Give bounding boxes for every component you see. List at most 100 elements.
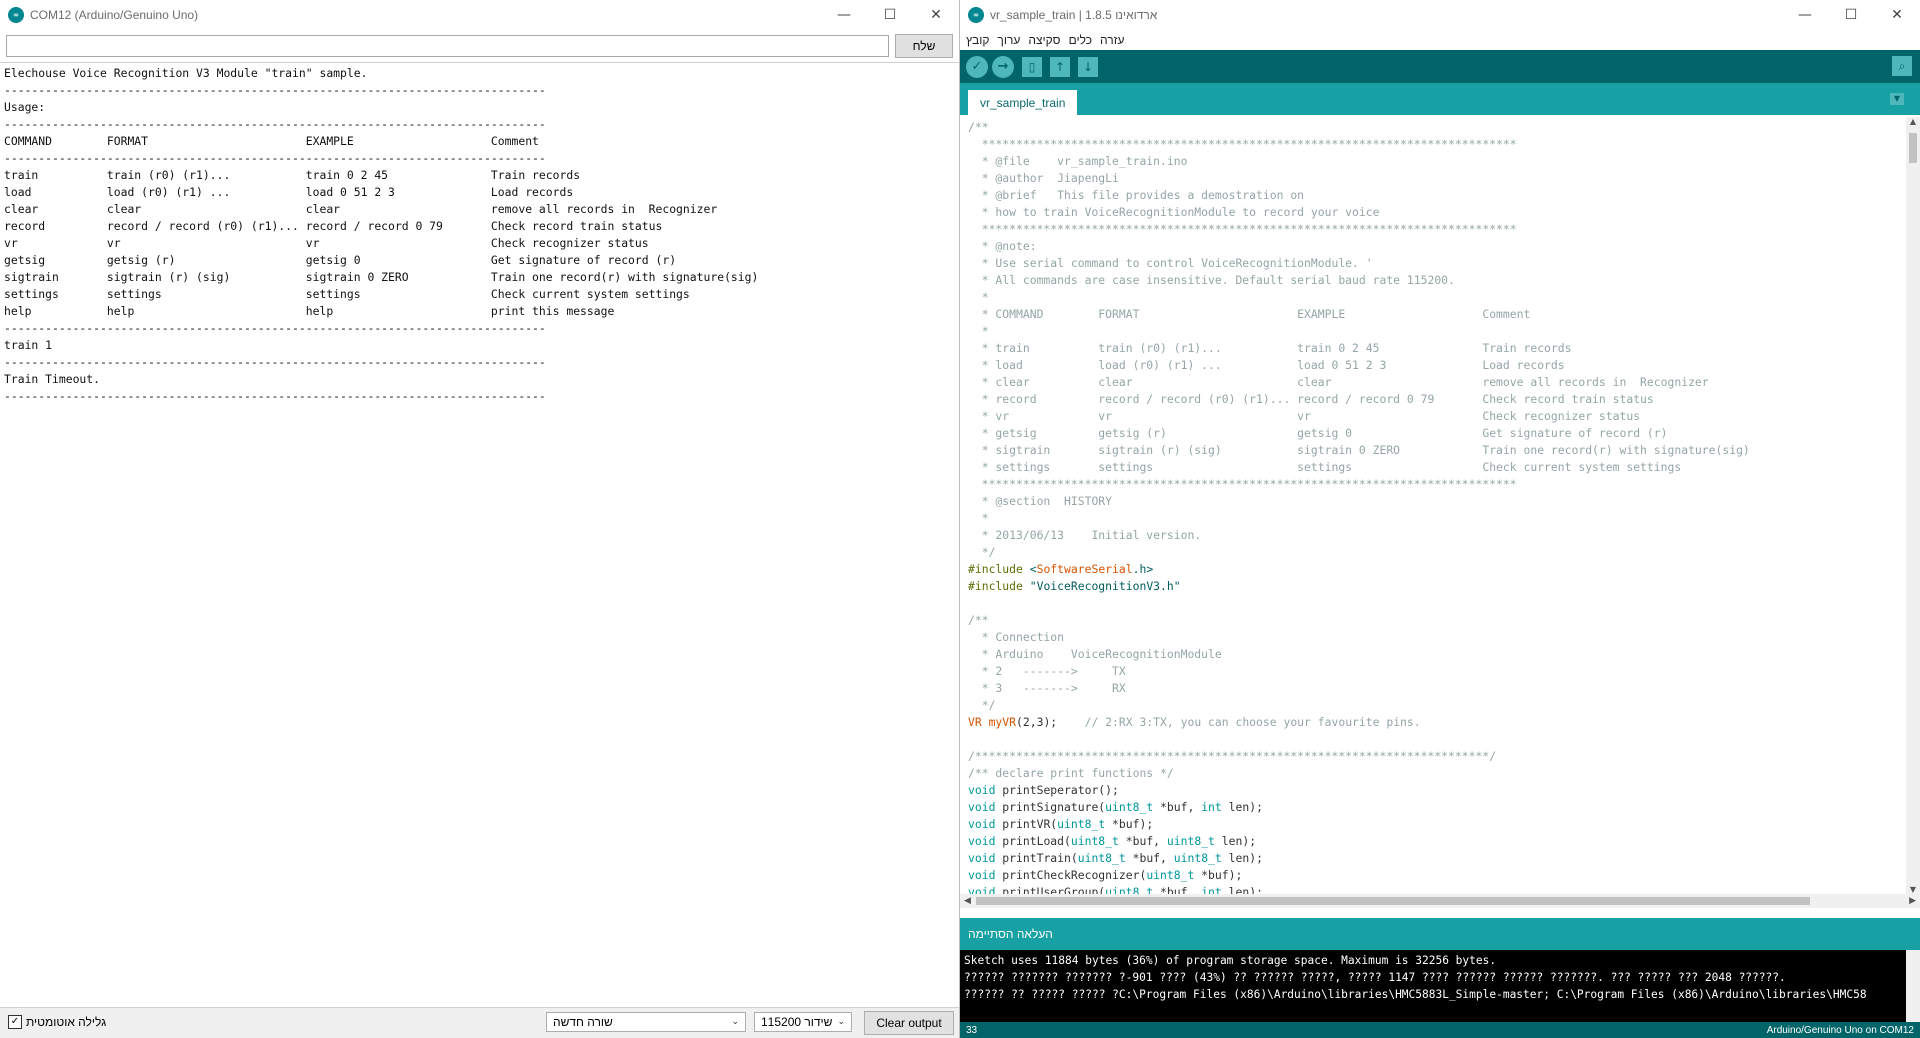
minimize-icon[interactable]: —: [1782, 0, 1828, 30]
code-token: printSeperator();: [995, 783, 1119, 797]
verify-icon[interactable]: ✓: [966, 55, 988, 78]
code-token: uint8_t: [1077, 851, 1126, 865]
menu-item[interactable]: כלים: [1069, 33, 1092, 47]
code-token: * Use serial command to control VoiceRec…: [968, 256, 1373, 270]
scroll-thumb[interactable]: [976, 897, 1810, 905]
scroll-up-icon[interactable]: ▲: [1906, 117, 1920, 126]
code-line: * Use serial command to control VoiceRec…: [968, 255, 1906, 272]
code-token: void: [968, 851, 996, 865]
autoscroll-toggle[interactable]: ✓ גלילה אוטומטית: [8, 1015, 106, 1029]
clear-output-button[interactable]: Clear output: [864, 1011, 954, 1035]
code-line: void printSignature(uint8_t *buf, int le…: [968, 799, 1906, 816]
line-ending-select[interactable]: שורה חדשה ⌄: [546, 1012, 746, 1032]
code-token: uint8_t: [1166, 834, 1215, 848]
code-token: #include: [968, 579, 1030, 593]
minimize-icon[interactable]: —: [821, 0, 867, 30]
code-token: * sigtrain sigtrain (r) (sig) sigtrain 0…: [968, 443, 1750, 457]
upload-icon[interactable]: →: [992, 55, 1014, 78]
code-token: * load load (r0) (r1) ... load 0 51 2 3 …: [968, 358, 1565, 372]
autoscroll-checkbox[interactable]: ✓: [8, 1015, 22, 1029]
scroll-left-icon[interactable]: ◀: [964, 894, 971, 908]
tab-menu-icon[interactable]: ▼: [1890, 93, 1904, 105]
code-token: *: [968, 290, 989, 304]
code-line: * how to train VoiceRecognitionModule to…: [968, 204, 1906, 221]
code-line: * train train (r0) (r1)... train 0 2 45 …: [968, 340, 1906, 357]
code-line: * record record / record (r0) (r1)... re…: [968, 391, 1906, 408]
serial-output-line: Elechouse Voice Recognition V3 Module "t…: [4, 66, 368, 80]
scroll-thumb[interactable]: [1909, 133, 1917, 163]
code-line: * 2 -------> TX: [968, 663, 1906, 680]
code-token: #include: [968, 562, 1030, 576]
ide-bottom-bar: 33 Arduino/Genuino Uno on COM12: [960, 1022, 1920, 1038]
ide-window: ∞ vr_sample_train | 1.8.5 ארדואינו — ☐ ✕…: [960, 0, 1920, 1038]
code-editor[interactable]: /** ************************************…: [960, 117, 1906, 894]
close-icon[interactable]: ✕: [913, 0, 959, 30]
serial-window-title: COM12 (Arduino/Genuino Uno): [30, 8, 199, 22]
code-line: * Connection: [968, 629, 1906, 646]
code-token: ****************************************…: [968, 222, 1517, 236]
code-token: .h>: [1132, 562, 1154, 576]
serial-output-line: ----------------------------------------…: [4, 151, 546, 165]
scroll-down-icon[interactable]: ▼: [1906, 885, 1920, 894]
console-scrollbar[interactable]: [1906, 950, 1920, 1022]
code-line: * Arduino VoiceRecognitionModule: [968, 646, 1906, 663]
code-token: * 2013/06/13 Initial version.: [968, 528, 1202, 542]
menu-item[interactable]: קובץ: [966, 33, 989, 47]
code-token: *buf);: [1105, 817, 1154, 831]
code-line: */: [968, 544, 1906, 561]
scroll-right-icon[interactable]: ▶: [1909, 894, 1916, 908]
code-line: * All commands are case insensitive. Def…: [968, 272, 1906, 289]
serial-output-line: sigtrain sigtrain (r) (sig) sigtrain 0 Z…: [4, 270, 759, 284]
code-token: void: [968, 817, 996, 831]
code-token: printVR(: [995, 817, 1058, 831]
ide-titlebar: ∞ vr_sample_train | 1.8.5 ארדואינו — ☐ ✕: [960, 0, 1920, 30]
code-token: printTrain(: [995, 851, 1078, 865]
code-line: ****************************************…: [968, 476, 1906, 493]
serial-output: Elechouse Voice Recognition V3 Module "t…: [0, 63, 959, 1008]
code-line: *: [968, 289, 1906, 306]
baud-rate-select[interactable]: שידור 115200 ⌄: [754, 1012, 852, 1032]
autoscroll-label: גלילה אוטומטית: [26, 1015, 107, 1029]
code-line: VR myVR(2,3); // 2:RX 3:TX, you can choo…: [968, 714, 1906, 731]
code-line: void printUserGroup(uint8_t *buf, int le…: [968, 884, 1906, 894]
editor-horizontal-scrollbar[interactable]: ◀ ▶: [960, 894, 1920, 908]
board-port-label: Arduino/Genuino Uno on COM12: [1766, 1024, 1914, 1036]
line-ending-value: שורה חדשה: [553, 1015, 613, 1029]
serial-monitor-icon[interactable]: ⌕: [1892, 56, 1912, 76]
serial-footer: ✓ גלילה אוטומטית שורה חדשה ⌄ שידור 11520…: [0, 1007, 959, 1038]
code-line: * @brief This file provides a demostrati…: [968, 187, 1906, 204]
code-line: *: [968, 510, 1906, 527]
code-line: * @section HISTORY: [968, 493, 1906, 510]
code-line: *: [968, 323, 1906, 340]
menu-item[interactable]: ערוך: [997, 33, 1020, 47]
code-line: * @author JiapengLi: [968, 170, 1906, 187]
editor-vertical-scrollbar[interactable]: ▲ ▼: [1906, 117, 1920, 894]
ide-window-title: vr_sample_train | 1.8.5 ארדואינו: [990, 8, 1158, 22]
menu-item[interactable]: עזרה: [1100, 33, 1125, 47]
tab-bar: vr_sample_train ▼: [960, 83, 1920, 115]
open-sketch-icon[interactable]: ↑: [1050, 56, 1070, 77]
serial-output-line: ----------------------------------------…: [4, 355, 546, 369]
menu-bar: קובץ ערוך סקיצה כלים עזרה: [960, 30, 1920, 50]
save-sketch-icon[interactable]: ↓: [1078, 56, 1098, 77]
code-token: /**: [968, 120, 989, 134]
ide-toolbar: ✓ → ▯ ↑ ↓ ⌕: [960, 50, 1920, 83]
maximize-icon[interactable]: ☐: [867, 0, 913, 30]
code-line: */: [968, 697, 1906, 714]
code-line: #include <SoftwareSerial.h>: [968, 561, 1906, 578]
code-line: #include "VoiceRecognitionV3.h": [968, 578, 1906, 595]
close-icon[interactable]: ✕: [1874, 0, 1920, 30]
serial-output-line: help help help print this message: [4, 304, 615, 318]
serial-send-input[interactable]: [6, 35, 889, 57]
code-line: ****************************************…: [968, 221, 1906, 238]
code-token: int: [1201, 885, 1222, 894]
maximize-icon[interactable]: ☐: [1828, 0, 1874, 30]
code-token: VR: [968, 715, 989, 729]
new-sketch-icon[interactable]: ▯: [1022, 56, 1042, 77]
menu-item[interactable]: סקיצה: [1028, 33, 1060, 47]
code-line: /**: [968, 612, 1906, 629]
code-token: * clear clear clear remove all records i…: [968, 375, 1709, 389]
tab-vr-sample-train[interactable]: vr_sample_train: [968, 90, 1078, 115]
send-button[interactable]: שלח: [895, 34, 953, 58]
code-line: void printLoad(uint8_t *buf, uint8_t len…: [968, 833, 1906, 850]
